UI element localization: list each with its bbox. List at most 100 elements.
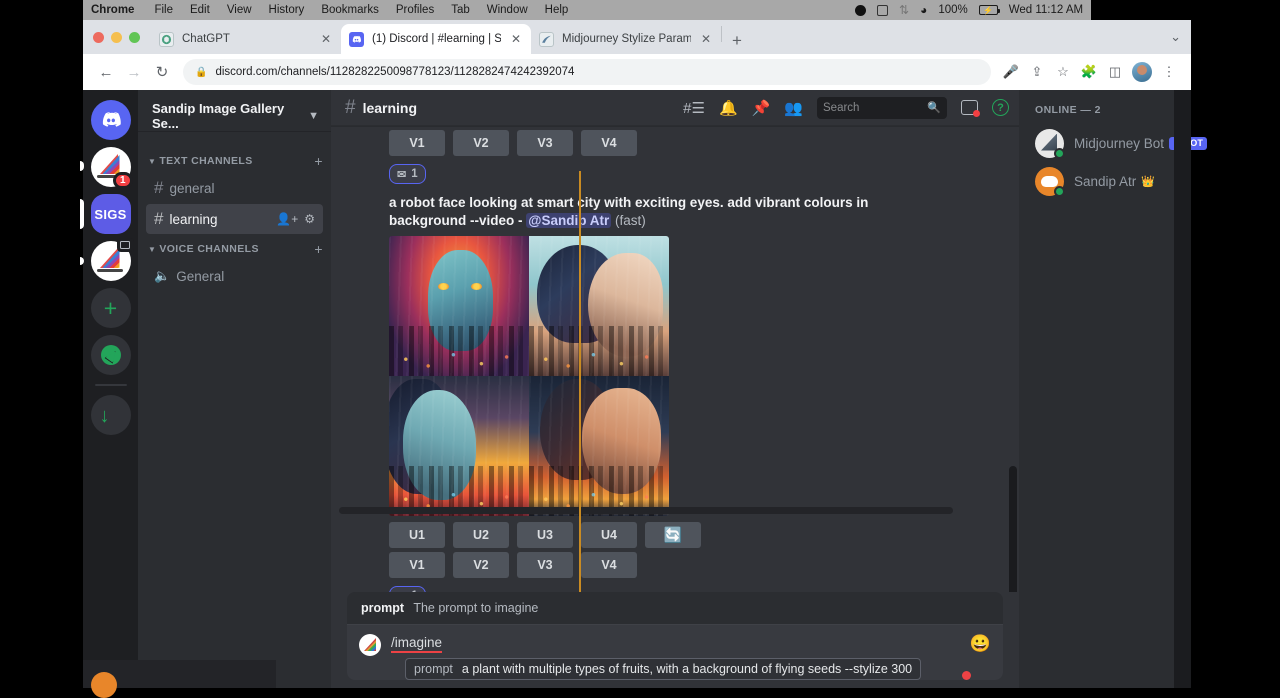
download-apps-button[interactable]: [91, 395, 131, 435]
message-input-bar[interactable]: /imagine prompt a plant with multiple ty…: [347, 625, 1003, 680]
message-scroll-area[interactable]: V1 V2 V3 V4 ✉ 1 a robot face looking at …: [331, 126, 1019, 592]
more-menu-icon[interactable]: ⋮: [1157, 60, 1181, 84]
variation-button-v3[interactable]: V3: [517, 552, 573, 578]
grid-tile-3[interactable]: [389, 376, 529, 516]
server-header-dropdown[interactable]: Sandip Image Gallery Se... ▼: [138, 100, 331, 132]
upscale-button-u4[interactable]: U4: [581, 522, 637, 548]
variation-button-v2[interactable]: V2: [453, 130, 509, 156]
menu-item-tab[interactable]: Tab: [451, 4, 470, 16]
grid-tile-1[interactable]: [389, 236, 529, 376]
midjourney-image-grid[interactable]: [389, 236, 669, 516]
side-panel-icon[interactable]: ◫: [1103, 60, 1127, 84]
sidebar-channel-voice-general[interactable]: 🔈 General: [146, 261, 323, 291]
tab-close-button[interactable]: ✕: [509, 32, 523, 46]
menu-item-chrome[interactable]: Chrome: [91, 4, 134, 16]
category-voice-channels[interactable]: ▼ VOICE CHANNELS +: [138, 238, 331, 260]
current-user-avatar[interactable]: [91, 672, 117, 698]
menu-item-edit[interactable]: Edit: [190, 4, 210, 16]
create-channel-button[interactable]: +: [314, 153, 323, 169]
category-text-channels[interactable]: ▼ TEXT CHANNELS +: [138, 150, 331, 172]
horizontal-scrollbar-thumb[interactable]: [339, 507, 953, 514]
argument-value[interactable]: a plant with multiple types of fruits, w…: [462, 662, 912, 676]
address-bar[interactable]: 🔒 discord.com/channels/11282822500987781…: [183, 59, 991, 85]
maximize-window-button[interactable]: [129, 32, 140, 43]
threads-icon[interactable]: #☰: [683, 99, 705, 117]
hash-icon: #: [154, 178, 163, 198]
minimize-window-button[interactable]: [111, 32, 122, 43]
notification-bell-icon[interactable]: 🔔: [719, 99, 738, 117]
explore-servers-button[interactable]: [91, 335, 131, 375]
reaction-envelope-badge-top[interactable]: ✉ 1: [389, 164, 426, 184]
upscale-button-u1[interactable]: U1: [389, 522, 445, 548]
discord-home-button[interactable]: [91, 100, 131, 140]
vertical-scrollbar-thumb[interactable]: [1009, 466, 1017, 592]
screen-icon[interactable]: [877, 5, 888, 16]
variation-button-v2[interactable]: V2: [453, 552, 509, 578]
add-server-button[interactable]: +: [91, 288, 131, 328]
menu-item-file[interactable]: File: [154, 4, 173, 16]
grid-tile-4[interactable]: [529, 376, 669, 516]
tab-chatgpt[interactable]: ChatGPT ✕: [151, 24, 341, 54]
bookmark-star-icon[interactable]: ☆: [1051, 60, 1075, 84]
reroll-button[interactable]: 🔄: [645, 522, 701, 548]
emoji-icon[interactable]: 😀: [970, 634, 991, 654]
mic-icon[interactable]: 🎤: [999, 60, 1023, 84]
composer-body[interactable]: /imagine prompt a plant with multiple ty…: [391, 634, 960, 680]
help-icon[interactable]: ?: [992, 99, 1009, 116]
menu-item-bookmarks[interactable]: Bookmarks: [321, 4, 379, 16]
invite-member-icon[interactable]: 👤+: [276, 212, 298, 226]
tab-midjourney[interactable]: Midjourney Stylize Parameter ✕: [531, 24, 721, 54]
forward-button[interactable]: →: [121, 59, 147, 85]
member-row-sandip-atr[interactable]: Sandip Atr 👑: [1027, 162, 1183, 200]
member-list-icon[interactable]: 👥: [784, 99, 803, 117]
upscale-button-u2[interactable]: U2: [453, 522, 509, 548]
tab-search-menu-icon[interactable]: ⌄: [1160, 29, 1191, 54]
search-input[interactable]: Search 🔍: [817, 97, 947, 119]
channel-settings-gear-icon[interactable]: ⚙: [304, 212, 315, 226]
reload-button[interactable]: ↻: [149, 59, 175, 85]
share-icon[interactable]: ⇪: [1025, 60, 1049, 84]
pinned-messages-icon[interactable]: 📌: [752, 99, 771, 117]
tab-close-button[interactable]: ✕: [699, 32, 713, 46]
tab-close-button[interactable]: ✕: [319, 32, 333, 46]
profile-avatar[interactable]: [1132, 62, 1152, 82]
menu-item-window[interactable]: Window: [487, 4, 528, 16]
menu-item-profiles[interactable]: Profiles: [396, 4, 434, 16]
variation-button-v1[interactable]: V1: [389, 130, 445, 156]
vertical-scrollbar[interactable]: [1009, 166, 1017, 592]
server-icon-streaming[interactable]: [91, 241, 131, 281]
user-mention[interactable]: @Sandip Atr: [526, 213, 611, 228]
variation-button-v3[interactable]: V3: [517, 130, 573, 156]
status-online-indicator: [1054, 186, 1065, 197]
variation-button-v1[interactable]: V1: [389, 552, 445, 578]
sidebar-channel-general[interactable]: # general: [146, 173, 323, 203]
upscale-button-u3[interactable]: U3: [517, 522, 573, 548]
sidebar-channel-learning[interactable]: # learning 👤+ ⚙: [146, 204, 323, 234]
menu-item-help[interactable]: Help: [545, 4, 569, 16]
variation-button-v4[interactable]: V4: [581, 130, 637, 156]
record-icon[interactable]: [855, 5, 866, 16]
composer-avatar: [359, 634, 381, 656]
server-icon-unread[interactable]: 1: [91, 147, 131, 187]
inbox-icon[interactable]: [961, 100, 978, 115]
channel-header: # learning #☰ 🔔 📌 👥 Search 🔍 ?: [331, 90, 1019, 126]
server-icon-sigs-selected[interactable]: SIGS: [91, 194, 131, 234]
back-button[interactable]: ←: [93, 59, 119, 85]
tab-discord[interactable]: (1) Discord | #learning | Sandip ✕: [341, 24, 531, 54]
new-tab-button[interactable]: +: [722, 32, 752, 54]
variation-button-v4[interactable]: V4: [581, 552, 637, 578]
slash-command-chip[interactable]: /imagine: [391, 635, 442, 653]
grid-tile-2[interactable]: [529, 236, 669, 376]
create-channel-button[interactable]: +: [314, 241, 323, 257]
menu-item-history[interactable]: History: [269, 4, 305, 16]
command-argument-field[interactable]: prompt a plant with multiple types of fr…: [405, 658, 921, 680]
close-window-button[interactable]: [93, 32, 104, 43]
wifi-icon[interactable]: ◕: [920, 3, 927, 17]
member-row-midjourney-bot[interactable]: Midjourney Bot ✓ BOT: [1027, 124, 1183, 162]
extensions-puzzle-icon[interactable]: 🧩: [1077, 60, 1101, 84]
user-panel-strip[interactable]: [83, 660, 276, 688]
window-traffic-lights[interactable]: [93, 32, 140, 43]
bluetooth-icon[interactable]: ⇅: [899, 3, 909, 17]
horizontal-scrollbar[interactable]: [331, 507, 1009, 514]
menu-item-view[interactable]: View: [227, 4, 252, 16]
